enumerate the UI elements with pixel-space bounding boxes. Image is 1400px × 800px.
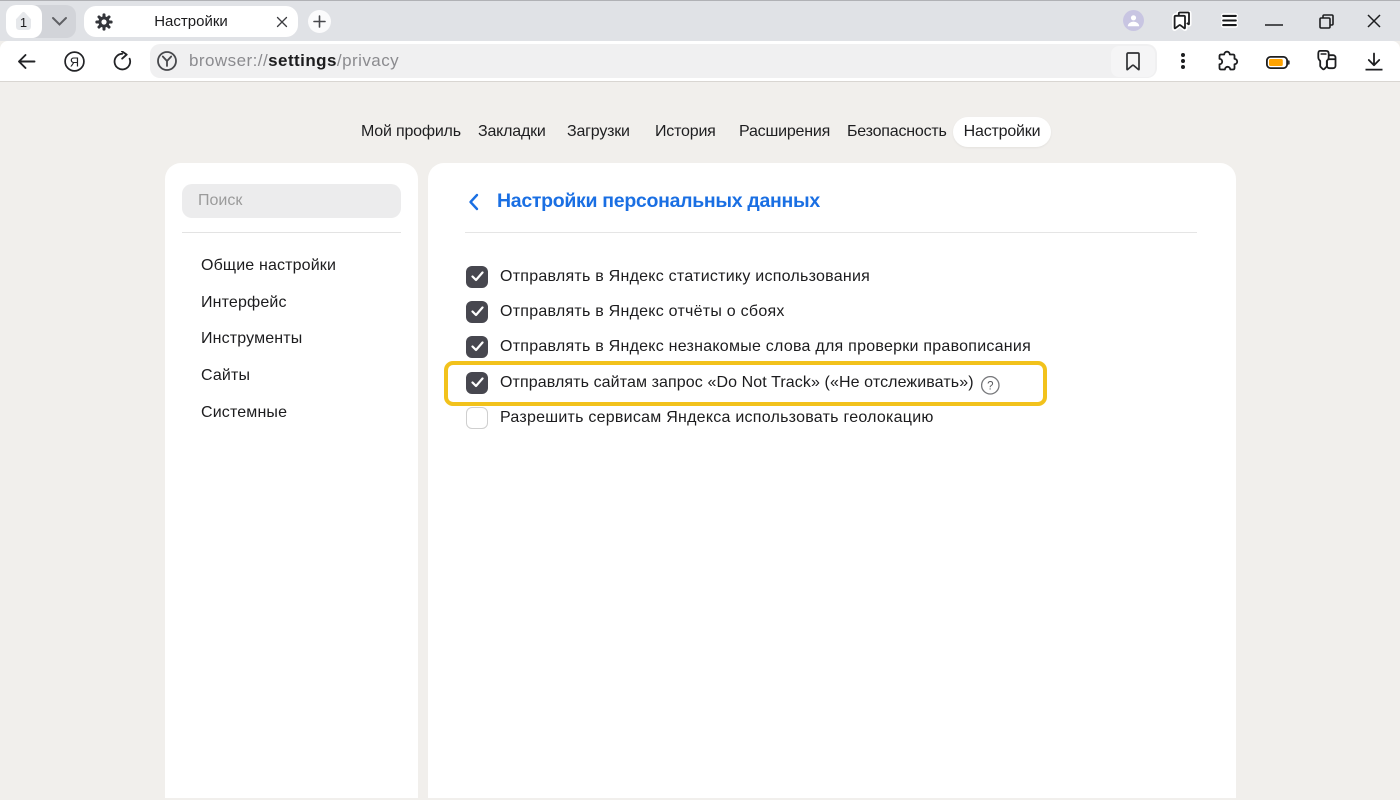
svg-text:?: ? [987,380,993,392]
svg-text:Я: Я [70,54,79,69]
